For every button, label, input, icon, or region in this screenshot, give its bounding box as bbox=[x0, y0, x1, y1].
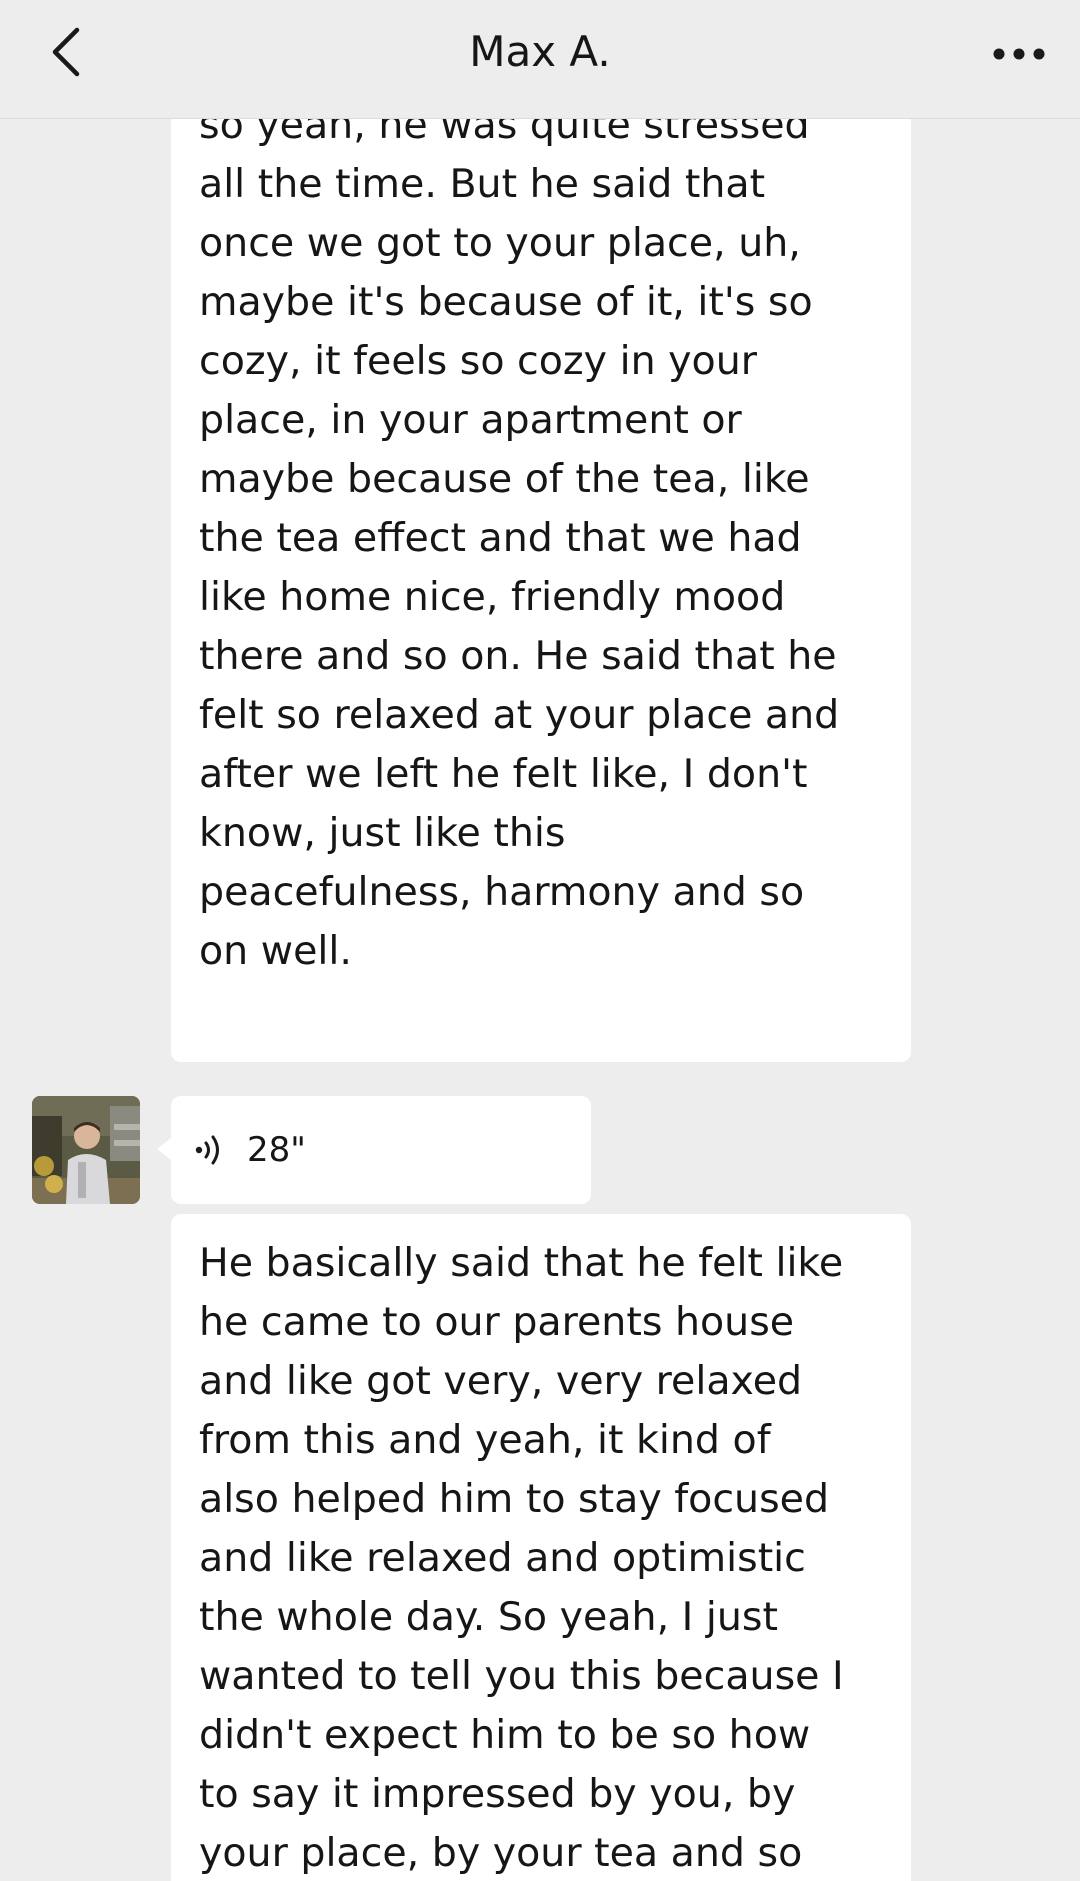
more-options-button[interactable] bbox=[984, 24, 1054, 84]
message-list[interactable]: about many, many things. And so yeah, he… bbox=[0, 118, 1080, 1881]
avatar[interactable] bbox=[32, 1096, 140, 1204]
voice-wave-icon bbox=[195, 1135, 219, 1165]
chat-title: Max A. bbox=[469, 27, 611, 76]
message-bubble[interactable]: about many, many things. And so yeah, he… bbox=[171, 118, 911, 1062]
chat-header: Max A. bbox=[0, 0, 1080, 119]
voice-duration: 28" bbox=[247, 1130, 306, 1170]
voice-message-bubble[interactable]: 28" bbox=[157, 1096, 591, 1204]
avatar-image bbox=[32, 1096, 140, 1204]
message-bubble[interactable]: He basically said that he felt like he c… bbox=[171, 1214, 911, 1881]
more-horizontal-icon bbox=[993, 48, 1045, 60]
